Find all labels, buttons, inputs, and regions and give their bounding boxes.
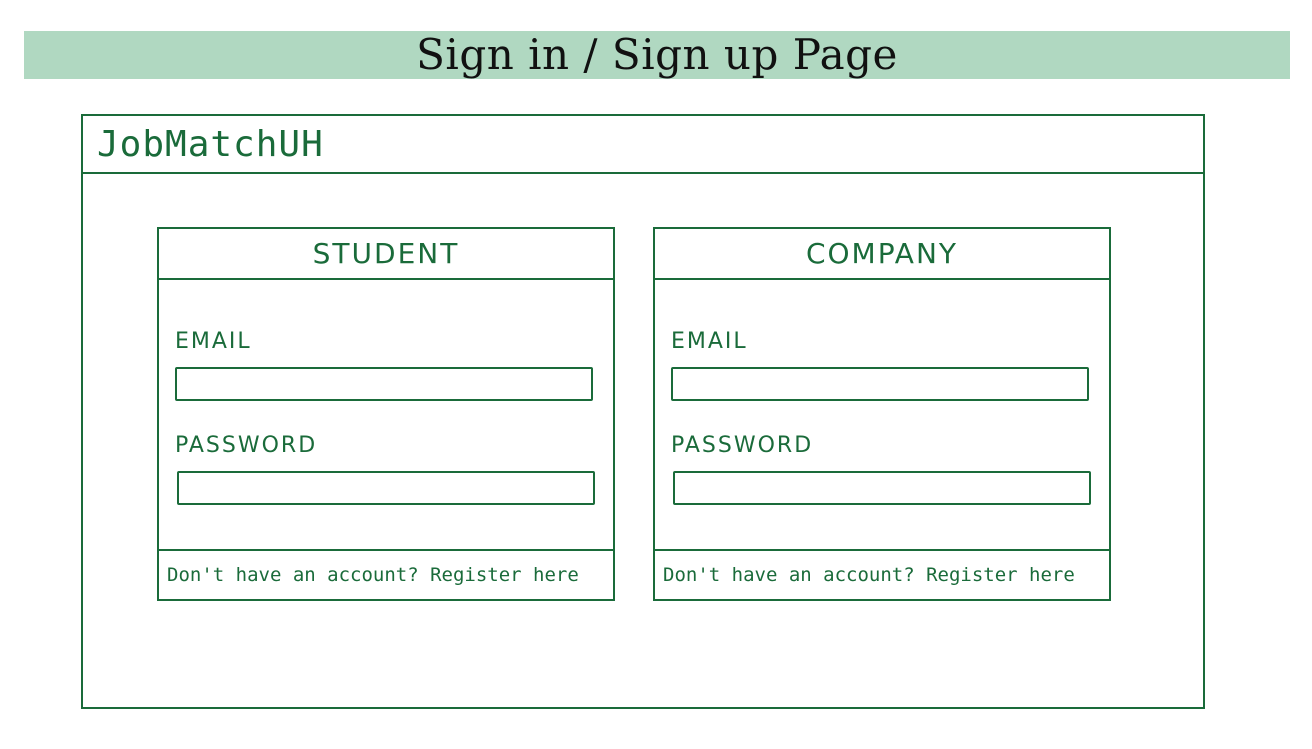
company-email-label: EMAIL [671, 329, 748, 354]
company-card-title: COMPANY [805, 237, 959, 270]
app-header: JobMatchUH [83, 116, 1203, 174]
student-email-input[interactable] [175, 367, 593, 401]
student-card-header: STUDENT [159, 229, 613, 280]
student-password-input[interactable] [177, 471, 595, 505]
student-password-label: PASSWORD [175, 433, 318, 458]
company-card-footer: Don't have an account? Register here [655, 549, 1109, 599]
student-login-card: STUDENT EMAIL PASSWORD Don't have an acc… [157, 227, 615, 601]
student-card-footer: Don't have an account? Register here [159, 549, 613, 599]
company-card-header: COMPANY [655, 229, 1109, 280]
student-card-title: STUDENT [312, 237, 460, 270]
student-register-link[interactable]: Don't have an account? Register here [167, 564, 579, 586]
company-password-input[interactable] [673, 471, 1091, 505]
page-banner: Sign in / Sign up Page [24, 31, 1290, 79]
app-logo[interactable]: JobMatchUH [97, 124, 324, 165]
student-email-label: EMAIL [175, 329, 252, 354]
company-email-input[interactable] [671, 367, 1089, 401]
page-title: Sign in / Sign up Page [416, 30, 898, 79]
app-window: JobMatchUH STUDENT EMAIL PASSWORD Don't … [81, 114, 1205, 709]
company-login-card: COMPANY EMAIL PASSWORD Don't have an acc… [653, 227, 1111, 601]
company-register-link[interactable]: Don't have an account? Register here [663, 564, 1075, 586]
company-password-label: PASSWORD [671, 433, 814, 458]
